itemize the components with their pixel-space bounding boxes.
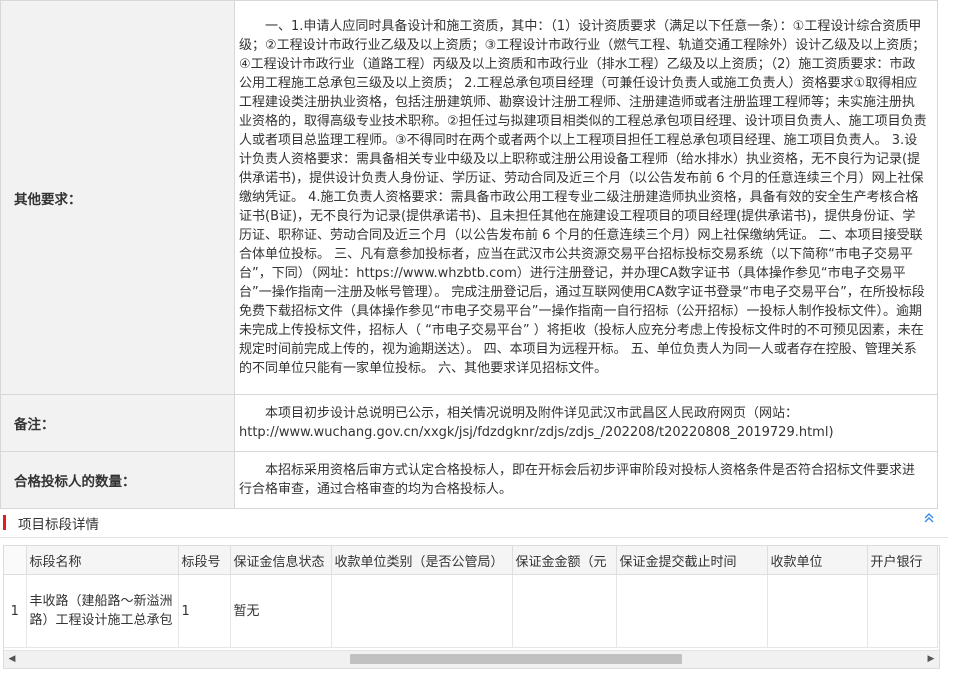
deposit-amount-cell [512, 574, 617, 648]
section-header: 项目标段详情 [0, 507, 948, 538]
deposit-status-cell: 暂无 [230, 574, 332, 648]
other-requirements-value: 一、1.申请人应同时具备设计和施工资质，其中：（1）设计资质要求（满足以下任意一… [234, 0, 938, 395]
qualified-bidders-value: 本招标采用资格后审方式认定合格投标人，即在开标会后初步评审阶段对投标人资格条件是… [234, 451, 938, 509]
horizontal-scrollbar[interactable]: ◀ ▶ [4, 650, 939, 668]
qualified-bidders-text: 本招标采用资格后审方式认定合格投标人，即在开标会后初步评审阶段对投标人资格条件是… [239, 463, 916, 497]
other-requirements-label: 其他要求： [0, 0, 235, 395]
qualified-bidders-label: 合格投标人的数量： [0, 451, 235, 509]
section-accent-bar [3, 515, 6, 530]
payee-cell [767, 574, 868, 648]
col-header-payee-type[interactable]: 收款单位类别（是否公管局） [331, 546, 513, 575]
col-header-bank[interactable]: 开户银行 [867, 546, 938, 575]
scroll-left-arrow-icon[interactable]: ◀ [7, 654, 17, 664]
col-header-payee[interactable]: 收款单位 [767, 546, 868, 575]
col-header-deposit-status[interactable]: 保证金信息状态 [230, 546, 332, 575]
remark-value: 本项目初步设计总说明已公示，相关情况说明及附件详见武汉市武昌区人民政府网页（网站… [234, 394, 938, 452]
other-requirements-text: 一、1.申请人应同时具备设计和施工资质，其中：（1）设计资质要求（满足以下任意一… [239, 19, 927, 376]
scrollbar-thumb[interactable] [350, 654, 682, 664]
col-header-deposit-amount[interactable]: 保证金金额（元 [512, 546, 617, 575]
lot-table-header: 标段名称 标段号 保证金信息状态 收款单位类别（是否公管局） 保证金金额（元 保… [4, 546, 938, 575]
scroll-right-arrow-icon[interactable]: ▶ [926, 654, 936, 664]
double-chevron-up-svg [924, 513, 934, 523]
bank-cell [867, 574, 938, 648]
lot-name-cell: 丰收路（建船路～新溢洲路）工程设计施工总承包 [26, 574, 179, 648]
tender-info-table: 其他要求： 一、1.申请人应同时具备设计和施工资质，其中：（1）设计资质要求（满… [0, 0, 938, 509]
col-header-deadline[interactable]: 保证金提交截止时间 [616, 546, 768, 575]
lot-code-cell: 1 [178, 574, 231, 648]
col-header-lot-name[interactable]: 标段名称 [26, 546, 179, 575]
table-row[interactable]: 1 丰收路（建船路～新溢洲路）工程设计施工总承包 1 暂无 [4, 574, 938, 648]
remark-text: 本项目初步设计总说明已公示，相关情况说明及附件详见武汉市武昌区人民政府网页（网站… [239, 406, 834, 440]
deadline-cell [616, 574, 768, 648]
lot-table: 标段名称 标段号 保证金信息状态 收款单位类别（是否公管局） 保证金金额（元 保… [4, 546, 938, 648]
payee-type-cell [331, 574, 513, 648]
remark-label: 备注： [0, 394, 235, 452]
remark-row: 备注： 本项目初步设计总说明已公示，相关情况说明及附件详见武汉市武昌区人民政府网… [0, 394, 938, 452]
other-requirements-row: 其他要求： 一、1.申请人应同时具备设计和施工资质，其中：（1）设计资质要求（满… [0, 0, 938, 395]
row-number: 1 [4, 574, 27, 648]
col-header-lot-code[interactable]: 标段号 [178, 546, 231, 575]
double-chevron-up-icon[interactable] [920, 511, 938, 529]
col-header-index [4, 546, 27, 575]
section-title: 项目标段详情 [18, 517, 99, 533]
lot-details-grid: 标段名称 标段号 保证金信息状态 收款单位类别（是否公管局） 保证金金额（元 保… [3, 545, 940, 669]
qualified-bidders-row: 合格投标人的数量： 本招标采用资格后审方式认定合格投标人，即在开标会后初步评审阶… [0, 451, 938, 509]
